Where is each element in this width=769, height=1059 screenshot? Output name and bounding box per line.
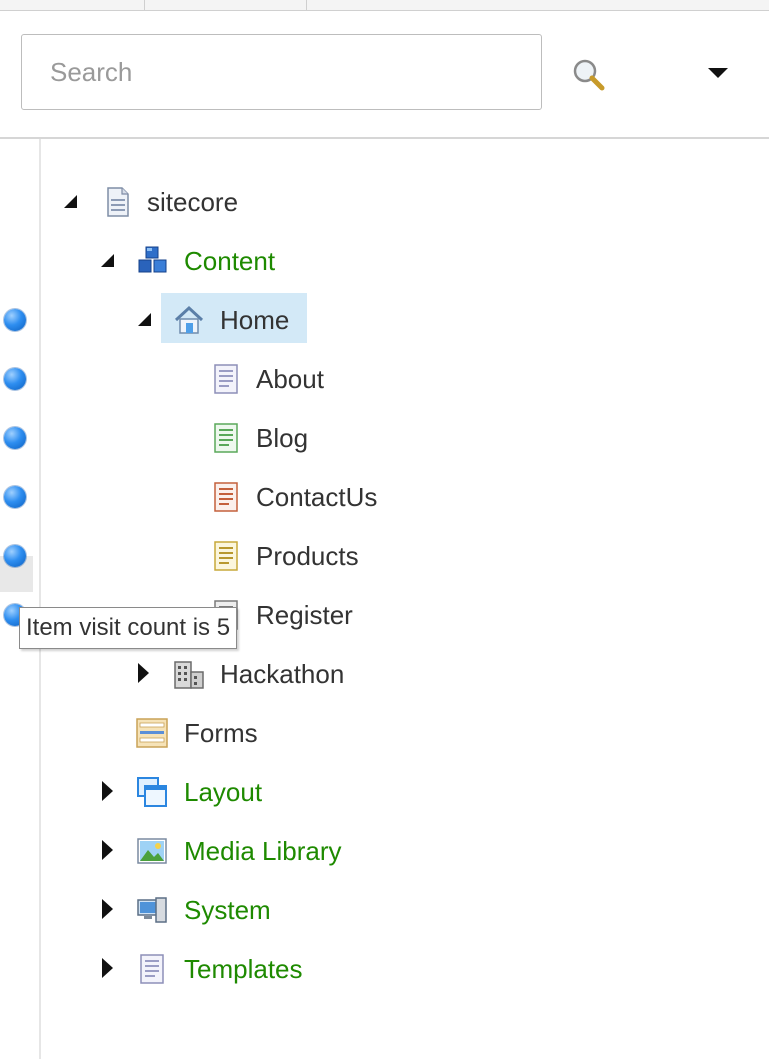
tree-node-home[interactable]: Home bbox=[220, 300, 289, 340]
expand-toggle[interactable] bbox=[102, 840, 118, 860]
visit-count-indicator[interactable] bbox=[4, 427, 26, 449]
home-icon bbox=[174, 305, 204, 334]
magnifier-icon bbox=[573, 59, 605, 91]
visit-count-indicator[interactable] bbox=[4, 545, 26, 567]
tree-node-forms[interactable]: Forms bbox=[184, 713, 258, 753]
building-icon bbox=[174, 661, 204, 689]
collapse-toggle[interactable] bbox=[64, 195, 80, 211]
triangle-down-icon bbox=[708, 68, 728, 78]
expand-toggle[interactable] bbox=[138, 663, 154, 683]
page-icon bbox=[107, 187, 129, 217]
visit-count-indicator[interactable] bbox=[4, 368, 26, 390]
tree-node-blog[interactable]: Blog bbox=[256, 418, 308, 458]
system-computer-icon bbox=[137, 897, 167, 923]
search-bar bbox=[0, 11, 769, 139]
content-cubes-icon bbox=[138, 246, 167, 273]
tree-node-templates[interactable]: Templates bbox=[184, 949, 303, 989]
tab-separator bbox=[144, 0, 145, 10]
collapse-toggle[interactable] bbox=[138, 313, 154, 329]
layout-icon bbox=[137, 777, 167, 807]
expand-toggle[interactable] bbox=[102, 958, 118, 978]
gutter-divider bbox=[39, 139, 41, 1059]
tree-node-system[interactable]: System bbox=[184, 890, 271, 930]
yellow-document-icon bbox=[214, 541, 238, 571]
tree-node-media-library[interactable]: Media Library bbox=[184, 831, 342, 871]
tree-node-products[interactable]: Products bbox=[256, 536, 359, 576]
collapse-toggle[interactable] bbox=[101, 254, 117, 270]
visit-count-tooltip: Item visit count is 5 bbox=[19, 607, 238, 649]
tree-node-register[interactable]: Register bbox=[256, 595, 353, 635]
red-document-icon bbox=[214, 482, 238, 512]
search-input[interactable] bbox=[21, 34, 542, 110]
tab-strip bbox=[0, 0, 769, 11]
document-icon bbox=[214, 364, 238, 394]
forms-icon bbox=[136, 718, 168, 748]
green-document-icon bbox=[214, 423, 238, 453]
tree-node-layout[interactable]: Layout bbox=[184, 772, 262, 812]
tree-node-sitecore[interactable]: sitecore bbox=[147, 182, 238, 222]
visit-count-indicator[interactable] bbox=[4, 486, 26, 508]
tree-node-hackathon[interactable]: Hackathon bbox=[220, 654, 344, 694]
visit-count-indicator[interactable] bbox=[4, 309, 26, 331]
media-library-icon bbox=[137, 838, 167, 864]
expand-toggle[interactable] bbox=[102, 899, 118, 919]
search-button[interactable] bbox=[566, 56, 614, 96]
expand-toggle[interactable] bbox=[102, 781, 118, 801]
tab-separator bbox=[306, 0, 307, 10]
search-options-dropdown[interactable] bbox=[700, 61, 736, 87]
tree-node-content[interactable]: Content bbox=[184, 241, 275, 281]
templates-icon bbox=[140, 954, 164, 984]
tree-node-about[interactable]: About bbox=[256, 359, 324, 399]
tree-node-contactus[interactable]: ContactUs bbox=[256, 477, 377, 517]
